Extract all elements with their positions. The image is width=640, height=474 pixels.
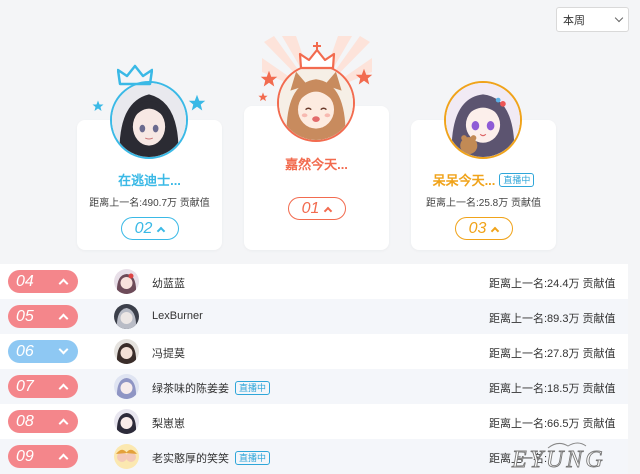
rank-number: 08 [16, 412, 34, 430]
avatar[interactable] [114, 444, 139, 469]
streamer-name[interactable]: 绿茶味的陈姜姜 [152, 383, 229, 395]
streamer-name[interactable]: LexBurner [152, 310, 203, 322]
avatar[interactable] [114, 374, 139, 399]
anime-avatar-purple-eyes-icon [446, 83, 520, 157]
live-badge[interactable]: 直播中 [235, 381, 271, 395]
ranking-row[interactable]: 05 LexBurner 距离上一名:89.3万 贡献值 [0, 299, 628, 334]
row-name: 幼蓝蓝 [152, 275, 185, 291]
rank-number: 07 [16, 377, 34, 395]
watermark-text: EYUNG [511, 447, 606, 470]
streamer-name[interactable]: 幼蓝蓝 [152, 278, 185, 290]
avatar[interactable] [114, 269, 139, 294]
chevron-down-icon [614, 13, 624, 23]
star-icon [258, 92, 268, 102]
avatar[interactable] [114, 304, 139, 329]
streamer-name[interactable]: 冯提莫 [152, 348, 185, 360]
streamer-name[interactable]: 梨崽崽 [152, 418, 185, 430]
ranking-row[interactable]: 08 梨崽崽 距离上一名:66.5万 贡献值 [0, 404, 628, 439]
podium-name: 嘉然今天... [285, 157, 348, 172]
row-name: 绿茶味的陈姜姜 直播中 [152, 380, 271, 396]
podium-rank-pill: 02 [120, 217, 179, 240]
rank-number: 04 [16, 272, 34, 290]
row-name: 老实憨厚的笑笑 直播中 [152, 450, 271, 466]
rank-down-icon [58, 344, 69, 355]
crown-icon [298, 42, 336, 70]
star-icon [355, 68, 373, 85]
rank-pill: 08 [8, 410, 78, 433]
ranking-row[interactable]: 07 绿茶味的陈姜姜 直播中 距离上一名:18.5万 贡献值 [0, 369, 628, 404]
row-gap: 距离上一名:27.8万 贡献值 [489, 348, 616, 360]
podium-avatar-rank-3[interactable] [444, 81, 522, 159]
rank-up-icon [58, 418, 69, 429]
rank-up-icon [58, 278, 69, 289]
rank-number: 05 [16, 307, 34, 325]
podium-rank-number: 01 [301, 199, 320, 217]
podium-gap: 距离上一名:490.7万 贡献值 [89, 198, 210, 209]
podium-avatar-rank-1[interactable] [277, 64, 355, 142]
anime-avatar-cat-ears-icon [279, 66, 353, 140]
anime-avatar-dark-hair-icon [112, 83, 186, 157]
podium-rank-pill: 03 [454, 217, 513, 240]
podium-name: 在逃迪士... [118, 173, 181, 188]
avatar[interactable] [114, 339, 139, 364]
rank-up-icon [324, 206, 333, 215]
rank-pill: 07 [8, 375, 78, 398]
rank-up-icon [58, 383, 69, 394]
rank-pill: 04 [8, 270, 78, 293]
star-icon [92, 100, 104, 111]
rank-number: 06 [16, 342, 34, 360]
period-select-value: 本周 [563, 14, 585, 27]
row-gap: 距离上一名:66.5万 贡献值 [489, 418, 616, 430]
podium-gap: 距离上一名:25.8万 贡献值 [425, 198, 542, 209]
ranking-row[interactable]: 06 冯提莫 距离上一名:27.8万 贡献值 [0, 334, 628, 369]
podium-name-row: 呆呆今天... 直播中 [411, 170, 556, 189]
row-gap: 距离上一名:24.4万 贡献值 [489, 278, 616, 290]
podium-rank-number: 03 [468, 219, 487, 237]
podium-rank-number: 02 [134, 219, 153, 237]
crown-icon [117, 64, 153, 86]
star-icon [188, 94, 206, 111]
podium-avatar-rank-2[interactable] [110, 81, 188, 159]
row-gap: 距离上一名:18.5万 贡献值 [489, 383, 616, 395]
row-name: 冯提莫 [152, 345, 185, 361]
row-name: LexBurner [152, 310, 203, 322]
live-badge: 直播中 [499, 173, 535, 187]
live-badge[interactable]: 直播中 [235, 451, 271, 465]
rank-up-icon [157, 226, 166, 235]
streamer-name[interactable]: 老实憨厚的笑笑 [152, 453, 229, 465]
rank-number: 09 [16, 447, 34, 465]
row-name: 梨崽崽 [152, 415, 185, 431]
row-gap: 距离上一名:89.3万 贡献值 [489, 313, 616, 325]
rank-pill: 09 [8, 445, 78, 468]
rank-up-icon [491, 226, 500, 235]
rank-up-icon [58, 313, 69, 324]
avatar[interactable] [114, 409, 139, 434]
podium-name: 呆呆今天... [432, 173, 496, 188]
star-icon [260, 70, 278, 87]
rank-pill: 05 [8, 305, 78, 328]
podium-rank-pill: 01 [287, 197, 346, 220]
ranking-row[interactable]: 04 幼蓝蓝 距离上一名:24.4万 贡献值 [0, 264, 628, 299]
rank-pill: 06 [8, 340, 78, 363]
watermark-logo: EYUNG [511, 442, 606, 470]
rank-up-icon [58, 453, 69, 464]
period-select[interactable]: 本周 [556, 7, 629, 32]
